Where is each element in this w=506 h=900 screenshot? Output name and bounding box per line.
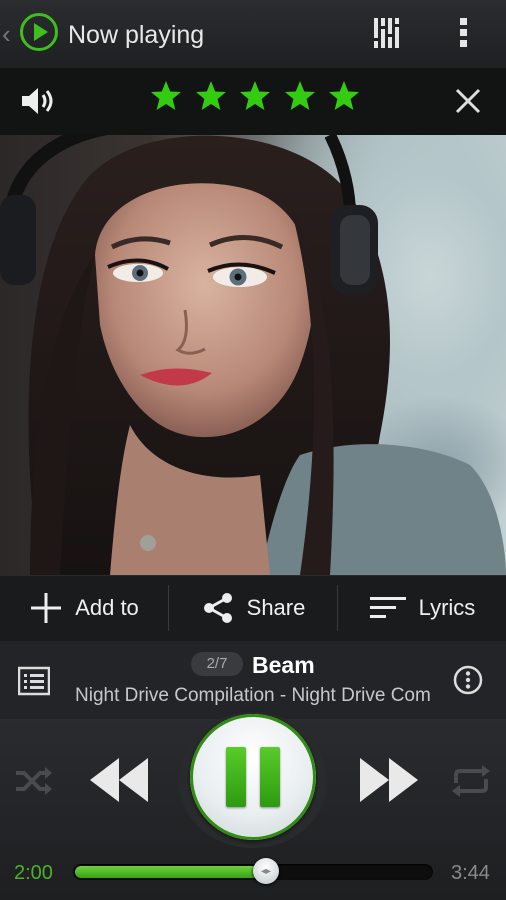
volume-icon[interactable] <box>20 84 56 118</box>
star-icon[interactable] <box>284 80 316 112</box>
seek-bar-progress <box>75 866 266 878</box>
rewind-icon[interactable] <box>88 754 150 806</box>
lyrics-label: Lyrics <box>418 595 476 620</box>
fast-forward-icon[interactable] <box>358 754 420 806</box>
share-button[interactable]: Share <box>169 575 337 641</box>
star-icon[interactable] <box>328 80 360 112</box>
pause-bar <box>226 747 246 807</box>
lyrics-button[interactable]: Lyrics <box>338 575 506 641</box>
equalizer-icon[interactable] <box>372 16 402 50</box>
overflow-menu-icon[interactable] <box>456 16 472 50</box>
track-title: Beam <box>252 652 315 678</box>
pause-bar <box>260 747 280 807</box>
page-title: Now playing <box>68 21 205 49</box>
track-subtitle: Night Drive Compilation - Night Drive Co… <box>75 685 432 706</box>
shuffle-icon[interactable] <box>14 763 54 799</box>
repeat-icon[interactable] <box>450 763 492 799</box>
share-label: Share <box>246 595 306 620</box>
playlist-queue-icon[interactable] <box>18 666 50 696</box>
star-icon[interactable] <box>150 80 182 112</box>
star-rating[interactable] <box>150 80 360 120</box>
lyrics-icon <box>369 597 406 618</box>
track-counter-badge: 2/7 <box>191 652 243 676</box>
more-info-icon[interactable] <box>452 664 484 696</box>
album-art <box>0 135 506 575</box>
star-icon[interactable] <box>239 80 271 112</box>
elapsed-time: 2:00 <box>14 862 53 884</box>
album-art-illustration <box>0 135 506 575</box>
seek-bar-handle[interactable]: ◂▸ <box>253 858 279 884</box>
close-icon[interactable] <box>454 87 482 115</box>
back-chevron-icon[interactable]: ‹ <box>2 20 14 48</box>
total-time: 3:44 <box>451 862 490 884</box>
pause-button[interactable] <box>190 714 316 840</box>
share-icon <box>203 593 232 623</box>
plus-icon <box>31 593 62 623</box>
star-icon[interactable] <box>195 80 227 112</box>
add-to-button[interactable]: Add to <box>0 575 168 641</box>
app-logo-icon[interactable] <box>20 13 58 51</box>
add-to-label: Add to <box>75 595 139 620</box>
